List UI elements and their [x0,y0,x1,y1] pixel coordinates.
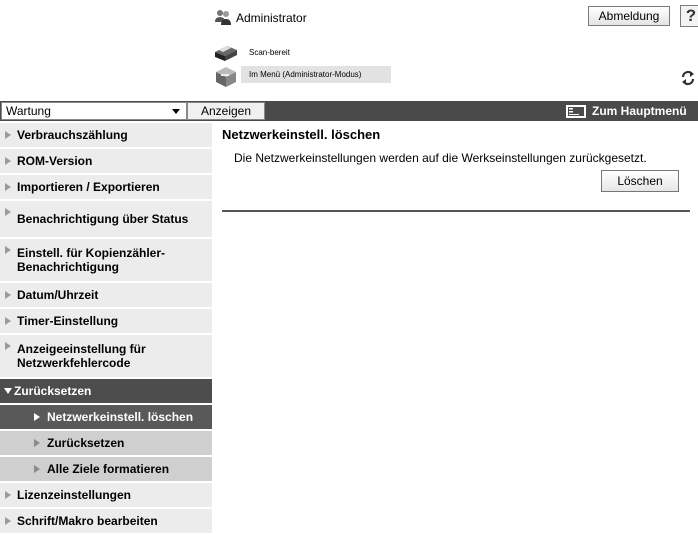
arrow-right-icon [34,439,40,447]
sidebar-item-label: Netzwerkeinstell. löschen [47,410,194,424]
arrow-right-icon [5,246,11,254]
printer-icon [215,46,237,61]
sidebar-subitem-reset[interactable]: Zurücksetzen [0,431,212,455]
sidebar-item-usage-counter[interactable]: Verbrauchszählung [0,123,212,147]
logout-button[interactable]: Abmeldung [588,6,670,26]
sidebar-item-label: Verbrauchszählung [17,128,128,142]
sidebar-item-label: Lizenzeinstellungen [17,488,132,502]
arrow-right-icon [5,157,11,165]
arrow-right-icon [5,131,11,139]
refresh-icon[interactable] [680,70,696,86]
arrow-right-icon [5,491,11,499]
main-menu-link[interactable]: Zum Hauptmenü [566,101,687,121]
page-description: Die Netzwerkeinstellungen werden auf die… [234,151,647,165]
status-mode: Im Menü (Administrator-Modus) [241,66,391,83]
sidebar-item-reset-group[interactable]: Zurücksetzen [0,379,212,403]
sidebar-item-font-macro[interactable]: Schrift/Makro bearbeiten [0,509,212,533]
arrow-right-icon [5,342,11,350]
sidebar-item-timer-setting[interactable]: Timer-Einstellung [0,309,212,333]
sidebar-item-label: Schrift/Makro bearbeiten [17,514,158,528]
chevron-down-icon [172,109,180,114]
sidebar-item-label: Importieren / Exportieren [17,180,160,194]
sidebar-item-label: Alle Ziele formatieren [47,462,170,476]
arrow-right-icon [5,291,11,299]
sidebar-item-import-export[interactable]: Importieren / Exportieren [0,175,212,199]
main-menu-label: Zum Hauptmenü [592,104,687,118]
category-select[interactable]: Wartung [1,102,187,120]
page-title: Netzwerkeinstell. löschen [222,127,381,142]
sidebar-item-label: Zurücksetzen [14,384,92,398]
user-group-icon [215,10,231,25]
category-select-value: Wartung [6,104,51,118]
delete-network-settings-button[interactable]: Löschen [601,170,679,192]
user-name: Administrator [236,11,307,25]
sidebar-item-label: Anzeigeeinstellung für Netzwerkfehlercod… [17,342,146,370]
sidebar-item-counter-notification[interactable]: Einstell. für Kopienzähler-Benachrichtig… [0,239,212,281]
device-box-icon [216,67,236,87]
home-screen-icon [566,105,586,119]
sidebar-subitem-format-destinations[interactable]: Alle Ziele formatieren [0,457,212,481]
sidebar-item-license-settings[interactable]: Lizenzeinstellungen [0,483,212,507]
arrow-right-icon [5,183,11,191]
arrow-right-icon [5,517,11,525]
divider [222,210,690,212]
sidebar-item-label: Einstell. für Kopienzähler-Benachrichtig… [17,246,166,274]
arrow-down-icon [4,388,12,394]
sidebar-item-label: Datum/Uhrzeit [17,288,99,302]
sidebar-item-label: Zurücksetzen [47,436,125,450]
sidebar-item-label: Benachrichtigung über Status [17,212,189,226]
sidebar: Verbrauchszählung ROM-Version Importiere… [0,123,212,535]
arrow-right-icon [34,465,40,473]
sidebar-item-date-time[interactable]: Datum/Uhrzeit [0,283,212,307]
sidebar-item-status-notification[interactable]: Benachrichtigung über Status [0,201,212,237]
sidebar-item-label: ROM-Version [17,154,93,168]
arrow-right-icon [34,413,40,421]
sidebar-item-rom-version[interactable]: ROM-Version [0,149,212,173]
arrow-right-icon [5,317,11,325]
status-scan-ready: Scan-bereit [249,48,290,57]
help-button[interactable]: ? [680,5,698,27]
sidebar-item-label: Timer-Einstellung [17,314,119,328]
sidebar-subitem-network-reset[interactable]: Netzwerkeinstell. löschen [0,405,212,429]
display-button[interactable]: Anzeigen [187,102,265,120]
sidebar-item-network-error-code[interactable]: Anzeigeeinstellung für Netzwerkfehlercod… [0,335,212,377]
arrow-right-icon [5,208,11,216]
